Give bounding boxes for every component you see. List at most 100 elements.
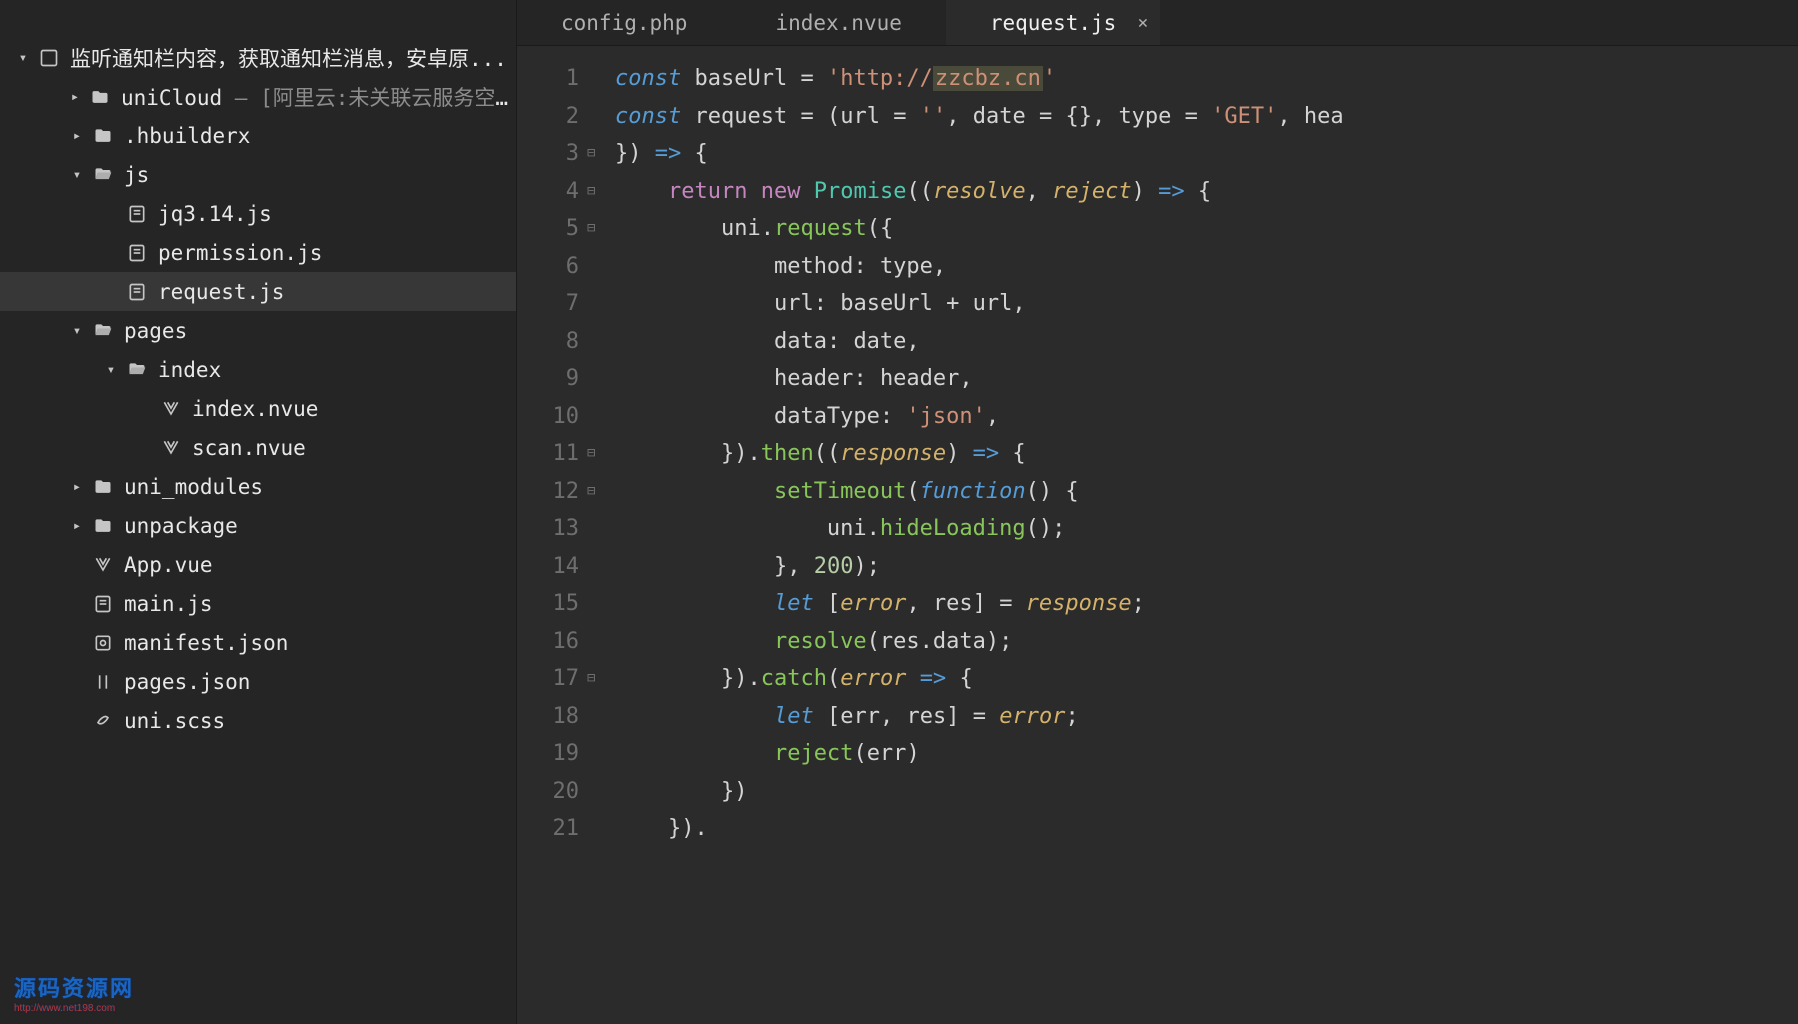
chevron-right-icon: ▸ xyxy=(68,128,86,144)
tree-item-pages-json[interactable]: pages.json xyxy=(0,662,516,701)
folder-open-icon xyxy=(92,164,114,186)
fold-marker xyxy=(587,623,607,661)
fold-marker xyxy=(587,810,607,848)
line-number: 3 xyxy=(517,135,579,173)
tab-label: index.nvue xyxy=(775,11,901,35)
folder-open-icon xyxy=(126,359,148,381)
fold-marker[interactable]: ⊟ xyxy=(587,173,607,211)
tree-item-label: App.vue xyxy=(124,553,213,577)
fold-marker xyxy=(587,323,607,361)
line-number: 14 xyxy=(517,548,579,586)
chevron-right-icon: ▸ xyxy=(66,89,83,105)
line-number: 7 xyxy=(517,285,579,323)
tab-bar: config.php index.nvue request.js × xyxy=(517,0,1798,46)
tree-item-scan-nvue[interactable]: scan.nvue xyxy=(0,428,516,467)
line-number: 17 xyxy=(517,660,579,698)
tree-item-label: jq3.14.js xyxy=(158,202,272,226)
fold-marker[interactable]: ⊟ xyxy=(587,135,607,173)
tree-item-label: uniCloud – [阿里云:未关联云服务空间] xyxy=(121,82,516,112)
tree-item-label: permission.js xyxy=(158,241,322,265)
close-icon[interactable]: × xyxy=(1137,12,1148,33)
chevron-right-icon: ▸ xyxy=(68,479,86,495)
file-vue-icon xyxy=(92,554,114,576)
fold-marker[interactable]: ⊟ xyxy=(587,660,607,698)
tree-item-pages[interactable]: ▾ pages xyxy=(0,311,516,350)
tree-item-label: main.js xyxy=(124,592,213,616)
fold-marker xyxy=(587,248,607,286)
file-js-icon xyxy=(126,281,148,303)
fold-marker xyxy=(587,398,607,436)
file-js-icon xyxy=(126,242,148,264)
tree-item-unpackage[interactable]: ▸unpackage xyxy=(0,506,516,545)
tree-item-uni-modules[interactable]: ▸ uni_modules xyxy=(0,467,516,506)
file-js-icon xyxy=(126,203,148,225)
line-number: 18 xyxy=(517,698,579,736)
line-number: 9 xyxy=(517,360,579,398)
line-number: 13 xyxy=(517,510,579,548)
file-explorer: ▾ 监听通知栏内容，获取通知栏消息，安卓原... ▸ uniCloud – [阿里… xyxy=(0,0,517,1024)
project-title: 监听通知栏内容，获取通知栏消息，安卓原... xyxy=(70,43,507,73)
file-vue-icon xyxy=(160,398,182,420)
tree-item-index-nvue[interactable]: index.nvue xyxy=(0,389,516,428)
fold-marker[interactable]: ⊟ xyxy=(587,435,607,473)
line-number: 16 xyxy=(517,623,579,661)
fold-marker xyxy=(587,548,607,586)
fold-marker[interactable]: ⊟ xyxy=(587,473,607,511)
fold-marker xyxy=(587,735,607,773)
tab-index-nvue[interactable]: index.nvue xyxy=(731,0,945,45)
tree-item-uni-scss[interactable]: uni.scss xyxy=(0,701,516,740)
tree-item-label: manifest.json xyxy=(124,631,288,655)
file-tree: ▸ uniCloud – [阿里云:未关联云服务空间] ▸ .hbuilderx ▾js… xyxy=(0,77,516,740)
tree-item--hbuilderx[interactable]: ▸ .hbuilderx xyxy=(0,116,516,155)
fold-marker xyxy=(587,60,607,98)
tree-item-label: index.nvue xyxy=(192,397,318,421)
project-root[interactable]: ▾ 监听通知栏内容，获取通知栏消息，安卓原... xyxy=(0,38,516,77)
watermark-sub: http://www.net198.com xyxy=(14,1003,134,1014)
file-vue-icon xyxy=(160,437,182,459)
fold-marker xyxy=(587,585,607,623)
tree-item-permission-js[interactable]: permission.js xyxy=(0,233,516,272)
tab-label: request.js xyxy=(990,11,1116,35)
code-area: 123456789101112131415161718192021 ⊟⊟⊟⊟⊟⊟… xyxy=(517,46,1798,1024)
line-number: 4 xyxy=(517,173,579,211)
chevron-down-icon: ▾ xyxy=(102,362,120,378)
tree-item-js[interactable]: ▾js xyxy=(0,155,516,194)
tree-item-label: request.js xyxy=(158,280,284,304)
tree-item-manifest-json[interactable]: manifest.json xyxy=(0,623,516,662)
tab-config-php[interactable]: config.php xyxy=(517,0,731,45)
file-scss-icon xyxy=(92,710,114,732)
tree-item-main-js[interactable]: main.js xyxy=(0,584,516,623)
file-json-icon xyxy=(92,671,114,693)
tree-item-label: uni_modules xyxy=(124,475,263,499)
tree-item-label: .hbuilderx xyxy=(124,124,250,148)
tree-item-request-js[interactable]: request.js xyxy=(0,272,516,311)
line-number: 21 xyxy=(517,810,579,848)
tab-request-js[interactable]: request.js × xyxy=(946,0,1160,45)
line-number: 6 xyxy=(517,248,579,286)
line-number: 12 xyxy=(517,473,579,511)
fold-marker xyxy=(587,698,607,736)
folder-icon xyxy=(92,515,114,537)
tree-item-unicloud[interactable]: ▸ uniCloud – [阿里云:未关联云服务空间] xyxy=(0,77,516,116)
line-number: 10 xyxy=(517,398,579,436)
tree-item-jq3-14-js[interactable]: jq3.14.js xyxy=(0,194,516,233)
folder-icon xyxy=(92,476,114,498)
line-number: 19 xyxy=(517,735,579,773)
line-number: 8 xyxy=(517,323,579,361)
line-number-gutter: 123456789101112131415161718192021 xyxy=(517,46,587,1024)
file-js-icon xyxy=(92,593,114,615)
chevron-down-icon: ▾ xyxy=(68,323,86,339)
fold-marker xyxy=(587,360,607,398)
tree-item-label: pages xyxy=(124,319,187,343)
line-number: 15 xyxy=(517,585,579,623)
watermark: 源码资源网 http://www.net198.com xyxy=(14,971,134,1014)
tree-item-index[interactable]: ▾index xyxy=(0,350,516,389)
chevron-right-icon: ▸ xyxy=(68,518,86,534)
fold-marker[interactable]: ⊟ xyxy=(587,210,607,248)
tree-item-app-vue[interactable]: App.vue xyxy=(0,545,516,584)
watermark-title: 源码资源网 xyxy=(14,976,134,1001)
file-manifest-icon xyxy=(92,632,114,654)
chevron-down-icon: ▾ xyxy=(14,50,32,66)
code-content[interactable]: const baseUrl = 'http://zzcbz.cn' const … xyxy=(607,46,1798,1024)
fold-marker xyxy=(587,773,607,811)
